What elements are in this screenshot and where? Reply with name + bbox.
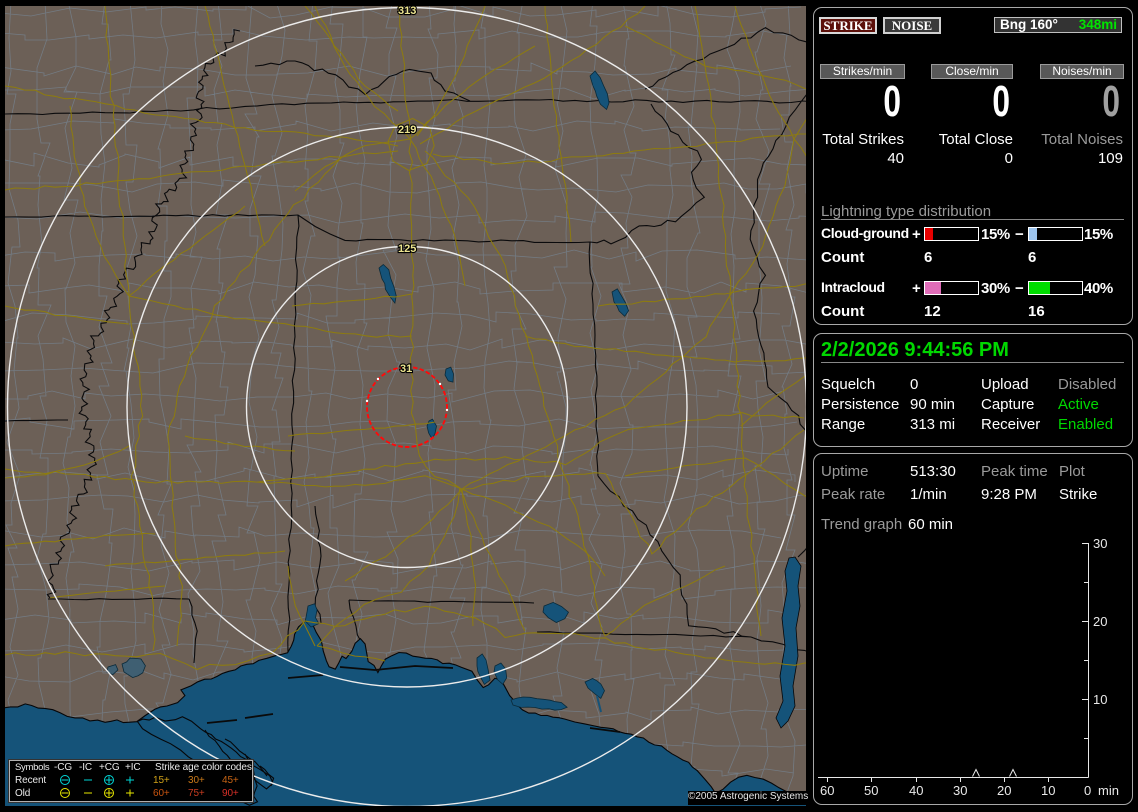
svg-text:313: 313 [398,6,416,17]
svg-text:10: 10 [1093,692,1107,707]
svg-text:40: 40 [909,783,923,798]
svg-text:125: 125 [398,243,416,255]
svg-text:30: 30 [953,783,967,798]
svg-text:0: 0 [1084,783,1091,798]
svg-text:10: 10 [1041,783,1055,798]
svg-text:20: 20 [1093,614,1107,629]
svg-text:31: 31 [400,363,412,375]
svg-text:min: min [1098,783,1119,798]
svg-text:20: 20 [997,783,1011,798]
svg-text:50: 50 [864,783,878,798]
svg-text:219: 219 [398,124,416,136]
svg-text:30: 30 [1093,536,1107,551]
svg-text:60: 60 [820,783,834,798]
